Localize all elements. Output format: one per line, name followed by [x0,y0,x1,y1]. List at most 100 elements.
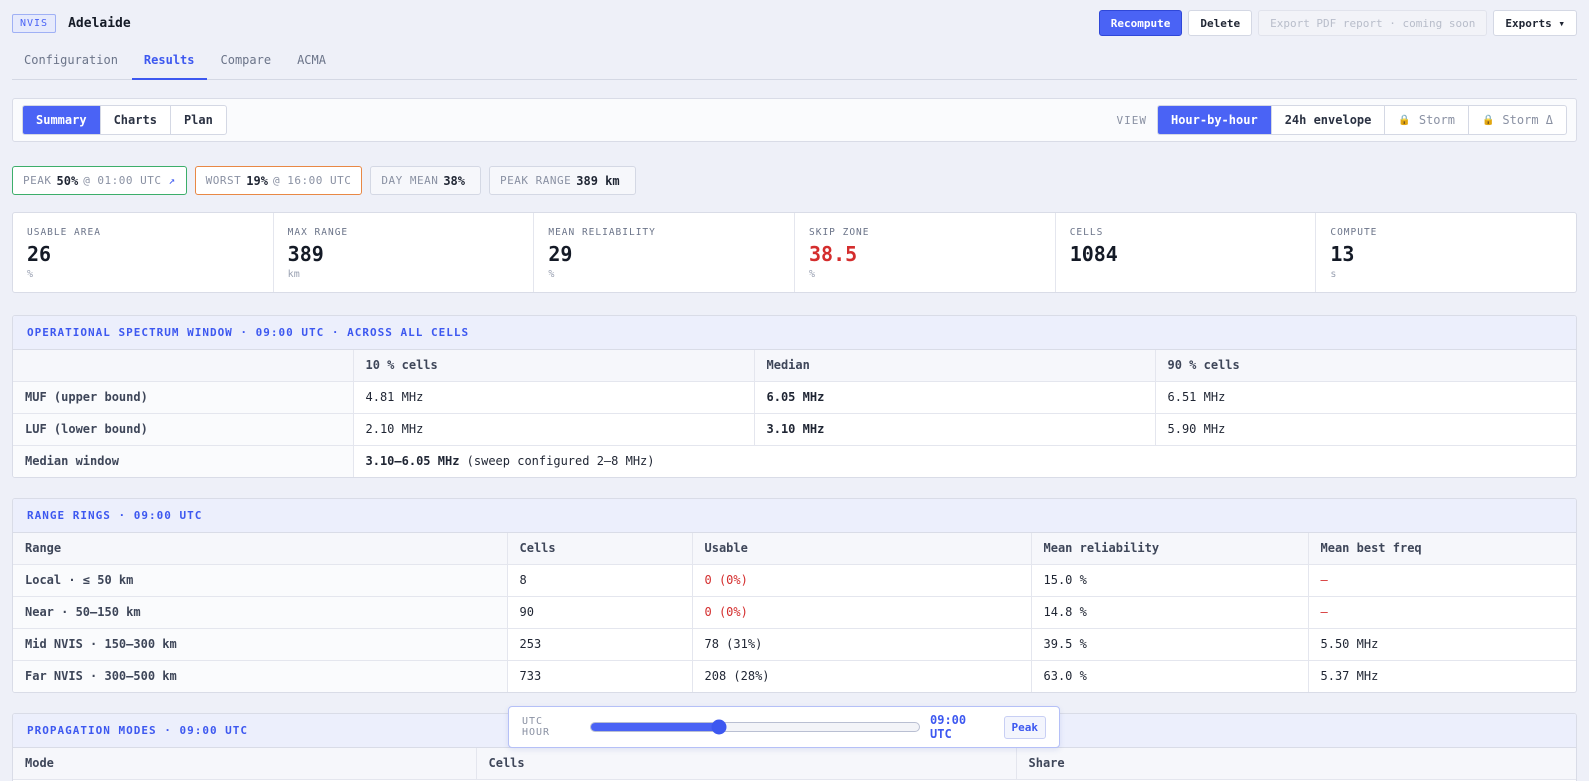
table-cell: 90 [507,596,693,629]
utc-hour-slider[interactable] [589,719,920,735]
stat-compute: COMPUTE 13 s [1316,213,1576,292]
stat-unit: km [287,269,300,280]
table-cell: 6.05 MHz [753,381,1156,414]
utc-hour-label: UTC HOUR [522,716,551,738]
table-header: Mean best freq [1308,533,1576,565]
worst-time: @ 16:00 UTC [272,174,352,187]
view-24h-envelope[interactable]: 24h envelope [1272,106,1386,134]
table-cell: 5.90 MHz [1155,413,1576,446]
stat-unit: % [809,269,816,280]
table-cell: 4.81 MHz [353,381,755,414]
table-header: Mean reliability [1031,533,1309,565]
stat-label: COMPUTE [1330,227,1378,238]
peak-label: PEAK [23,174,52,187]
subtab-plan[interactable]: Plan [171,106,226,134]
tab-configuration[interactable]: Configuration [12,44,130,80]
view-hour-by-hour[interactable]: Hour-by-hour [1157,106,1272,134]
peak-range-label: PEAK RANGE [500,174,572,187]
stat-unit: % [27,269,34,280]
table-row: Mid NVIS · 150–300 km 253 78 (31%) 39.5 … [13,628,1576,661]
row-label: LUF (lower bound) [13,413,354,446]
view-mode-group: Hour-by-hour 24h envelope 🔒 Storm 🔒 Storm … [1156,105,1567,135]
table-header: Cells [476,748,1017,780]
stat-label: USABLE AREA [27,227,101,238]
table-cell: 253 [507,628,693,661]
tab-results[interactable]: Results [131,44,207,80]
top-bar: NVIS Adelaide Recompute Delete Export PD… [12,10,1577,36]
view-label: VIEW [1116,113,1147,127]
table-row: Local · ≤ 50 km 8 0 (0%) 15.0 % — [13,564,1576,597]
recompute-button[interactable]: Recompute [1098,10,1183,36]
worst-pill[interactable]: WORST 19% @ 16:00 UTC [194,166,363,195]
stats-row: USABLE AREA 26 % MAX RANGE 389 km MEAN R… [12,212,1577,293]
table-cell: 0 (0%) [692,564,1032,597]
table-cell: 78 (31%) [692,628,1032,661]
stat-max-range: MAX RANGE 389 km [274,213,535,292]
export-pdf-button: Export PDF report · coming soon [1258,10,1488,36]
table-cell: 5.50 MHz [1308,628,1576,661]
slider-fill [590,723,720,731]
peak-pill[interactable]: PEAK 50% @ 01:00 UTC ↗ [12,166,187,195]
table-row: Median window 3.10–6.05 MHz (sweep confi… [13,445,1576,477]
stat-value: 26 [27,242,52,266]
table-header: 90 % cells [1154,350,1576,382]
subtab-charts[interactable]: Charts [101,106,171,134]
stat-usable-area: USABLE AREA 26 % [13,213,274,292]
stat-value: 389 [287,242,324,266]
table-row: Far NVIS · 300–500 km 733 208 (28%) 63.0… [13,660,1576,692]
day-mean-value: 38% [443,173,466,188]
peak-range-pill: PEAK RANGE 389 km [489,166,636,195]
table-cell: 3.10 MHz [753,413,1156,446]
table-cell: 2.10 MHz [353,413,755,446]
table-cell: 8 [507,564,693,597]
peak-button[interactable]: Peak [1003,715,1047,739]
stat-value: 29 [548,242,573,266]
stat-mean-reliability: MEAN RELIABILITY 29 % [534,213,796,292]
stat-value: 38.5 [809,242,858,266]
lock-icon: 🔒 [1398,114,1411,126]
median-window-value: 3.10–6.05 MHz [365,454,460,469]
stat-unit: % [548,269,555,280]
median-window-note: (sweep configured 2–8 MHz) [466,454,655,469]
view-storm: 🔒 Storm [1385,106,1469,134]
table-cell: — [1308,596,1576,629]
table-row: MUF (upper bound) 4.81 MHz 6.05 MHz 6.51… [13,381,1576,414]
stat-value: 1084 [1069,242,1118,266]
table-cell: 15.0 % [1031,564,1309,597]
stat-label: MAX RANGE [287,227,349,238]
table-header: 10 % cells [353,350,755,382]
spectrum-table: 10 % cells Median 90 % cells MUF (upper … [13,350,1576,477]
utc-hour-value: 09:00 UTC [930,713,967,741]
stat-cells: CELLS 1084 [1056,213,1317,292]
delete-button[interactable]: Delete [1188,10,1253,36]
table-header: Range [13,533,508,565]
table-header: Cells [507,533,693,565]
arrow-up-right-icon: ↗ [168,174,176,187]
spectrum-section: OPERATIONAL SPECTRUM WINDOW · 09:00 UTC … [12,315,1577,478]
view-storm-delta: 🔒 Storm Δ [1469,106,1566,134]
table-cell: 3.10–6.05 MHz (sweep configured 2–8 MHz) [353,445,1576,477]
subtab-summary[interactable]: Summary [23,106,101,134]
tab-acma[interactable]: ACMA [285,44,338,80]
mode-badge: NVIS [12,13,57,33]
row-label: Local · ≤ 50 km [13,564,508,597]
section-title: RANGE RINGS · 09:00 UTC [13,499,1576,533]
peak-range-value: 389 km [576,173,620,188]
exports-dropdown[interactable]: Exports ▾ [1493,10,1577,36]
slider-thumb[interactable] [711,719,727,735]
stat-skip-zone: SKIP ZONE 38.5 % [795,213,1056,292]
propagation-modes-table: Mode Cells Share [13,748,1576,780]
stat-label: MEAN RELIABILITY [548,227,656,238]
row-label: Near · 50–150 km [13,596,508,629]
table-row: LUF (lower bound) 2.10 MHz 3.10 MHz 5.90… [13,413,1576,446]
table-cell: 39.5 % [1031,628,1309,661]
table-cell: 63.0 % [1031,660,1309,692]
table-header: Usable [692,533,1032,565]
table-header: Median [754,350,1156,382]
day-mean-label: DAY MEAN [381,174,439,187]
worst-value: 19% [246,173,268,188]
range-rings-section: RANGE RINGS · 09:00 UTC Range Cells Usab… [12,498,1577,693]
table-header [13,350,354,382]
tab-compare[interactable]: Compare [209,44,284,80]
peak-value: 50% [56,173,79,188]
